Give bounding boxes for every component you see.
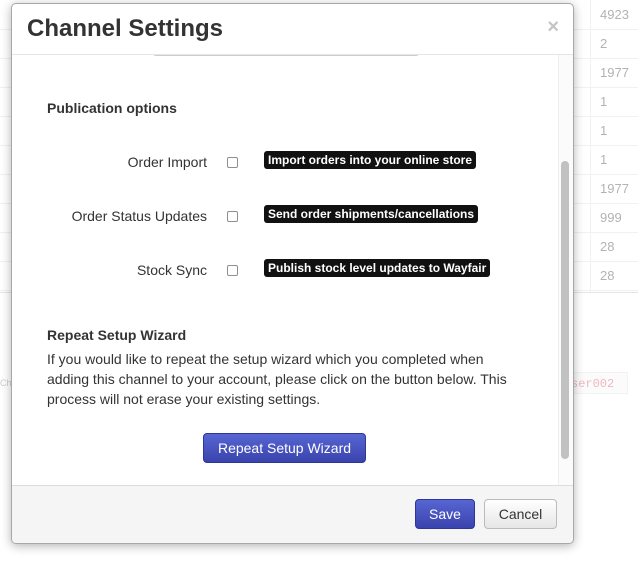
modal-header: Channel Settings × [12,4,573,55]
cancel-button[interactable]: Cancel [484,499,557,529]
repeat-setup-wizard-heading: Repeat Setup Wizard [47,327,187,343]
save-button[interactable]: Save [415,499,475,529]
order-import-checkbox[interactable] [227,157,238,168]
order-status-updates-tooltip: Send order shipments/cancellations [264,205,479,223]
repeat-setup-wizard-description: If you would like to repeat the setup wi… [47,351,507,407]
order-status-updates-checkbox[interactable] [227,211,238,222]
modal-body: Publication options Order Import Import … [12,55,573,485]
order-import-tooltip: Import orders into your online store [264,151,477,169]
stock-sync-checkbox[interactable] [227,265,238,276]
scrollbar-thumb[interactable] [561,161,569,459]
repeat-setup-wizard-button[interactable]: Repeat Setup Wizard [203,433,366,463]
scrolled-field-edge [152,55,420,56]
order-import-label: Order Import [127,154,207,170]
publication-options-heading: Publication options [47,100,177,116]
channel-settings-modal: Channel Settings × Publication options O… [11,3,574,544]
modal-title: Channel Settings [27,15,224,42]
order-status-updates-label: Order Status Updates [71,208,207,224]
stock-sync-label: Stock Sync [136,262,207,278]
modal-footer: Save Cancel [12,485,573,543]
stock-sync-tooltip: Publish stock level updates to Wayfair [264,259,491,277]
close-icon[interactable]: × [547,16,559,39]
